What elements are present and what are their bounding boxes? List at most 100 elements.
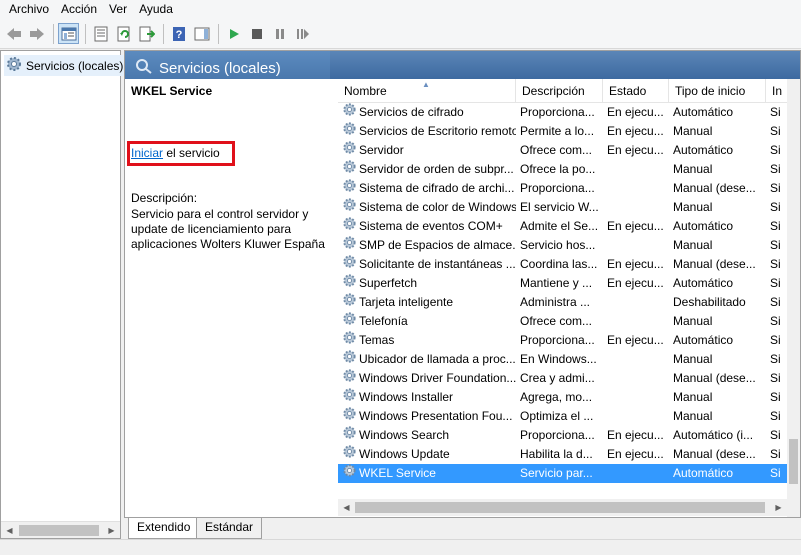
tree-item-services-local[interactable]: Servicios (locales)	[4, 55, 126, 76]
show-hide-console-tree-icon[interactable]	[58, 23, 79, 44]
service-name-cell: Superfetch	[338, 274, 516, 293]
forward-arrow-icon[interactable]	[26, 23, 47, 44]
service-row[interactable]: Windows Search Proporciona... En ejecu... A…	[338, 426, 800, 445]
service-name: Superfetch	[359, 276, 418, 290]
menu-archivo[interactable]: Archivo	[3, 0, 55, 19]
service-gear-icon	[342, 179, 357, 198]
service-row[interactable]: Ubicador de llamada a proc... En Windows.…	[338, 350, 800, 369]
services-list: ▲ Nombre Descripción Estado Tipo de inic…	[338, 79, 800, 499]
start-service-link[interactable]: Iniciar	[131, 146, 163, 160]
service-description: Agrega, mo...	[520, 390, 593, 404]
menu-ver[interactable]: Ver	[103, 0, 133, 19]
description-label: Descripción:	[131, 191, 198, 205]
column-header-name[interactable]: ▲ Nombre	[338, 79, 516, 103]
service-row[interactable]: Servicios de cifrado Proporciona... En eje…	[338, 103, 800, 122]
tab-estandar[interactable]: Estándar	[196, 518, 263, 539]
service-startup-type: Manual	[673, 314, 713, 328]
tree-horizontal-scrollbar[interactable]: ◀ ▶	[1, 521, 120, 538]
column-header-description[interactable]: Descripción	[516, 79, 603, 103]
service-description: Admite el Se...	[520, 219, 599, 233]
magnifier-gear-icon	[135, 58, 153, 78]
column-header-state[interactable]: Estado	[603, 79, 669, 103]
list-header: ▲ Nombre Descripción Estado Tipo de inic…	[338, 79, 800, 103]
service-state	[603, 464, 669, 483]
refresh-icon[interactable]	[113, 23, 134, 44]
scroll-right-icon[interactable]: ▶	[770, 499, 787, 516]
service-row[interactable]: WKEL Service Servicio par... Automático Si	[338, 464, 800, 483]
start-service-suffix: el servicio	[163, 146, 220, 160]
service-name: Servidor de orden de subpr...	[359, 162, 514, 176]
service-gear-icon	[342, 312, 357, 331]
pause-service-icon[interactable]	[269, 23, 290, 44]
scrollbar-thumb[interactable]	[355, 502, 765, 513]
menu-accion[interactable]: Acción	[55, 0, 103, 19]
toolbar: ?	[0, 19, 801, 49]
service-name-cell: Telefonía	[338, 312, 516, 331]
service-row[interactable]: Tarjeta inteligente Administra ... Deshabi…	[338, 293, 800, 312]
menu-ayuda[interactable]: Ayuda	[133, 0, 179, 19]
service-name-cell: Windows Update	[338, 445, 516, 464]
service-name: Solicitante de instantáneas ...	[359, 257, 516, 271]
help-icon[interactable]: ?	[168, 23, 189, 44]
scroll-right-icon[interactable]: ▶	[103, 522, 120, 539]
service-row[interactable]: Servidor Ofrece com... En ejecu... Automáti…	[338, 141, 800, 160]
service-description: Ofrece com...	[520, 143, 593, 157]
service-row[interactable]: Windows Driver Foundation... Crea y admi.…	[338, 369, 800, 388]
service-description: Ofrece la po...	[520, 162, 596, 176]
column-header-startup-type[interactable]: Tipo de inicio	[669, 79, 766, 103]
service-startup-type: Manual (dese...	[673, 181, 756, 195]
back-arrow-icon[interactable]	[3, 23, 24, 44]
list-horizontal-scrollbar[interactable]: ◀ ▶	[338, 499, 787, 516]
service-startup-type: Manual (dese...	[673, 371, 756, 385]
service-description: Permite a lo...	[520, 124, 595, 138]
service-row[interactable]: SMP de Espacios de almace... Servicio hos…	[338, 236, 800, 255]
service-row[interactable]: Servicios de Escritorio remoto Permite a …	[338, 122, 800, 141]
service-name: SMP de Espacios de almace...	[359, 238, 516, 252]
service-startup-type: Manual	[673, 238, 713, 252]
service-row[interactable]: Windows Presentation Fou... Optimiza el .…	[338, 407, 800, 426]
service-row[interactable]: Telefonía Ofrece com... Manual Si	[338, 312, 800, 331]
content-header: Servicios (locales)	[125, 51, 800, 79]
scrollbar-thumb[interactable]	[789, 439, 798, 484]
service-startup-type: Automático	[673, 105, 734, 119]
service-gear-icon	[342, 350, 357, 369]
tree-item-label: Servicios (locales)	[26, 58, 124, 73]
service-description: Coordina las...	[520, 257, 598, 271]
service-row[interactable]: Sistema de eventos COM+ Admite el Se... En…	[338, 217, 800, 236]
service-row[interactable]: Solicitante de instantáneas ... Coordina …	[338, 255, 800, 274]
service-state	[603, 179, 669, 198]
scroll-left-icon[interactable]: ◀	[338, 499, 355, 516]
restart-service-icon[interactable]	[292, 23, 313, 44]
show-action-pane-icon[interactable]	[191, 23, 212, 44]
service-startup-type: Manual	[673, 200, 713, 214]
scrollbar-thumb[interactable]	[19, 525, 99, 536]
service-startup-type: Manual	[673, 409, 713, 423]
service-state: En ejecu...	[607, 276, 664, 290]
service-row[interactable]: Windows Installer Agrega, mo... Manual Si	[338, 388, 800, 407]
service-row[interactable]: Servidor de orden de subpr... Ofrece la p…	[338, 160, 800, 179]
toolbar-separator	[163, 23, 164, 44]
service-state	[603, 293, 669, 312]
service-startup-type: Automático (i...	[673, 428, 754, 442]
service-row[interactable]: Temas Proporciona... En ejecu... Automático…	[338, 331, 800, 350]
service-row[interactable]: Superfetch Mantiene y ... En ejecu... Autom…	[338, 274, 800, 293]
service-row[interactable]: Windows Update Habilita la d... En ejecu..…	[338, 445, 800, 464]
service-startup-type: Manual	[673, 124, 713, 138]
svg-text:?: ?	[175, 29, 182, 41]
service-state	[603, 350, 669, 369]
properties-icon[interactable]	[90, 23, 111, 44]
service-gear-icon	[342, 388, 357, 407]
service-row[interactable]: Sistema de color de Windows El servicio W…	[338, 198, 800, 217]
start-service-icon[interactable]	[223, 23, 244, 44]
scroll-left-icon[interactable]: ◀	[1, 522, 18, 539]
service-name-cell: Windows Presentation Fou...	[338, 407, 516, 426]
service-gear-icon	[342, 122, 357, 141]
service-state: En ejecu...	[607, 143, 664, 157]
export-list-icon[interactable]	[136, 23, 157, 44]
list-vertical-scrollbar[interactable]	[787, 79, 800, 519]
content-header-title: Servicios (locales)	[135, 58, 281, 78]
service-row[interactable]: Sistema de cifrado de archi... Proporcion…	[338, 179, 800, 198]
stop-service-icon[interactable]	[246, 23, 267, 44]
tab-extendido[interactable]: Extendido	[128, 518, 200, 539]
service-name: Servidor	[359, 143, 404, 157]
